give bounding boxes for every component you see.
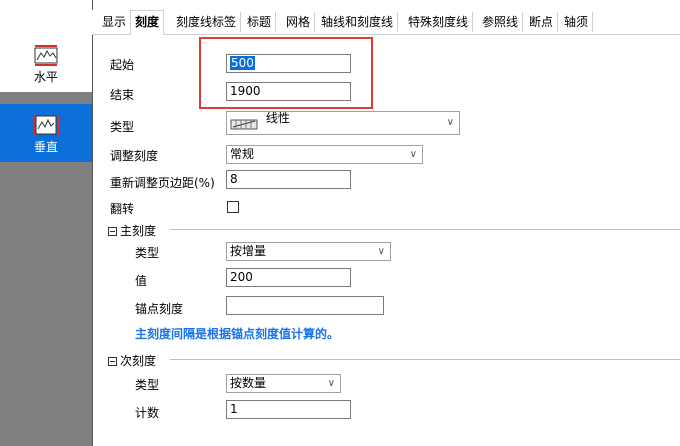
sidebar-header — [0, 0, 92, 34]
minor-ticks-title: 次刻度 — [120, 354, 157, 368]
anchor-tick-label: 锚点刻度 — [135, 302, 184, 316]
tab-reference-lines[interactable]: 参照线 — [478, 12, 524, 32]
start-label: 起始 — [110, 58, 135, 72]
flip-checkbox[interactable] — [227, 201, 239, 213]
anchor-tick-field[interactable] — [226, 296, 384, 315]
rescale-margin-field[interactable]: 8 — [226, 170, 351, 189]
adjust-scale-label: 调整刻度 — [110, 149, 159, 163]
minor-count-field[interactable]: 1 — [226, 400, 351, 419]
divider — [170, 229, 680, 230]
linear-scale-icon — [230, 119, 258, 129]
minor-count-label: 计数 — [135, 406, 160, 420]
tab-title[interactable]: 标题 — [243, 12, 277, 32]
highlight-box — [199, 37, 373, 109]
scale-type-select[interactable]: 线性 ∨ — [226, 111, 460, 135]
minor-ticks-group-header[interactable]: 次刻度 — [108, 352, 156, 369]
collapse-icon — [108, 227, 117, 236]
sidebar: 水平 垂直 — [0, 0, 93, 446]
rescale-margin-label: 重新调整页边距(%) — [110, 176, 215, 190]
tab-display[interactable]: 显示 — [98, 12, 132, 32]
sidebar-item-label: 水平 — [33, 70, 58, 84]
major-type-select[interactable]: 按增量 ∨ — [226, 242, 391, 261]
tab-rug[interactable]: 轴须 — [560, 12, 594, 32]
tab-axis-lines-ticks[interactable]: 轴线和刻度线 — [317, 12, 399, 32]
collapse-icon — [108, 357, 117, 366]
chevron-down-icon: ∨ — [446, 117, 454, 128]
type-label: 类型 — [110, 120, 135, 134]
sidebar-item-horizontal[interactable]: 水平 — [0, 34, 92, 92]
end-label: 结束 — [110, 88, 135, 102]
chevron-down-icon: ∨ — [327, 378, 335, 389]
tab-scale[interactable]: 刻度 — [130, 10, 165, 35]
chevron-down-icon: ∨ — [377, 246, 385, 257]
major-ticks-title: 主刻度 — [120, 224, 157, 238]
major-type-value: 按增量 — [230, 244, 267, 258]
major-ticks-group-header[interactable]: 主刻度 — [108, 222, 156, 239]
major-value-field[interactable]: 200 — [226, 268, 351, 287]
divider — [170, 359, 680, 360]
scale-type-value: 线性 — [265, 111, 290, 125]
minor-type-label: 类型 — [135, 378, 160, 392]
adjust-scale-value: 常规 — [230, 147, 255, 161]
vertical-axis-icon — [33, 115, 59, 135]
tab-tick-labels[interactable]: 刻度线标签 — [172, 12, 242, 32]
major-value-label: 值 — [135, 274, 148, 288]
tab-special-ticks[interactable]: 特殊刻度线 — [404, 12, 474, 32]
chevron-down-icon: ∨ — [409, 149, 417, 160]
tab-breaks[interactable]: 断点 — [525, 12, 559, 32]
sidebar-item-label: 垂直 — [33, 140, 58, 154]
minor-type-select[interactable]: 按数量 ∨ — [226, 374, 341, 393]
major-type-label: 类型 — [135, 246, 160, 260]
major-ticks-note: 主刻度间隔是根据锚点刻度值计算的。 — [135, 327, 340, 341]
flip-label: 翻转 — [110, 202, 135, 216]
adjust-scale-select[interactable]: 常规 ∨ — [226, 145, 423, 164]
tab-grid[interactable]: 网格 — [282, 12, 316, 32]
sidebar-item-vertical[interactable]: 垂直 — [0, 104, 92, 162]
horizontal-axis-icon — [34, 45, 58, 66]
tab-bar: 显示 刻度 刻度线标签 标题 网格 轴线和刻度线 特殊刻度线 参照线 断点 轴须 — [92, 10, 680, 35]
minor-type-value: 按数量 — [230, 376, 267, 390]
